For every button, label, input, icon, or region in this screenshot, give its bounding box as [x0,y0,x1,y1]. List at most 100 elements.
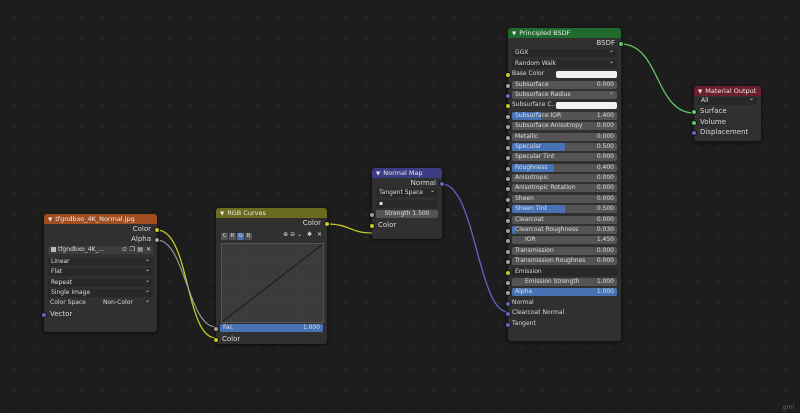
volume-input-socket[interactable] [691,119,697,126]
bsdf-input-socket[interactable] [505,207,511,214]
bsdf-input-slider[interactable]: Subsurface Anisotropy 0.000 [512,122,617,131]
rgb-curves-header[interactable]: ▼ RGB Curves [216,208,327,218]
extension-dropdown[interactable]: Repeat [48,278,153,287]
close-icon[interactable]: ✕ [317,231,322,238]
bsdf-input-socket[interactable] [505,259,511,266]
bsdf-input-socket[interactable] [505,290,511,297]
bsdf-input-socket[interactable] [505,103,511,110]
bsdf-input-socket[interactable] [505,279,511,286]
material-output-node[interactable]: ▼Material Output All Surface Volume Disp… [691,86,761,141]
image-fake-user-icon[interactable]: ⊙ [122,246,127,254]
projection-dropdown[interactable]: Flat [48,268,153,277]
image-texture-node[interactable]: ▼ tfgndbxo_4K_Normal.jpg Color Alpha tfgn… [41,214,160,332]
chevron-down-icon[interactable]: ▼ [376,171,380,177]
bsdf-input-slider[interactable]: Specular 0.500 [512,142,617,151]
bsdf-input-socket[interactable] [505,72,511,79]
bsdf-input-slider[interactable]: Clearcoat 0.000 [512,215,617,224]
bsdf-input-socket[interactable] [505,134,511,141]
bsdf-input-socket[interactable] [505,300,511,307]
bsdf-input-slider[interactable]: Specular Tint 0.000 [512,153,617,162]
vector-input-socket[interactable] [41,311,47,318]
subsurface-method-dropdown[interactable]: Random Walk [512,59,617,68]
channel-r-button[interactable]: R [229,233,236,241]
bsdf-input-socket[interactable] [505,311,511,318]
bsdf-input-socket[interactable] [505,155,511,162]
normal-map-header[interactable]: ▼ Normal Map [372,168,442,178]
displacement-input-socket[interactable] [691,130,697,137]
principled-bsdf-header[interactable]: ▼ Principled BSDF [508,28,621,38]
normal-map-node[interactable]: ▼Normal Map Normal Tangent Space ▪ Stren… [369,168,445,239]
color-swatch[interactable] [556,101,617,109]
bsdf-input-slider[interactable]: Transmission Roughnes 0.000 [512,257,617,266]
bsdf-input-slider[interactable]: IOR 1.450 [512,236,617,245]
bsdf-input-socket[interactable] [505,238,511,245]
curves-color-output-socket[interactable] [324,221,330,227]
folder-icon[interactable]: ▤ [137,246,143,254]
bsdf-input-socket[interactable] [505,321,511,328]
bsdf-input-socket[interactable] [505,82,511,89]
bsdf-input-socket[interactable] [505,113,511,120]
color-space-dropdown[interactable]: Non-Color [100,299,153,308]
bsdf-input-socket[interactable] [505,176,511,183]
chevron-down-icon[interactable]: ⌄ [297,231,302,238]
color-output-socket[interactable] [154,227,160,233]
bsdf-input-slider[interactable]: Emission [512,267,617,276]
channel-b-button[interactable]: B [245,233,252,241]
curve-editor[interactable] [221,243,324,323]
interpolation-dropdown[interactable]: Linear [48,257,153,266]
principled-bsdf-node[interactable]: ▼Principled BSDF BSDF GGX Random Walk Ba… [505,28,624,341]
zoom-out-icon[interactable]: ⊖ [290,231,295,238]
bsdf-input-dropdown[interactable]: Subsurface Radius [512,90,617,99]
normal-output-socket[interactable] [439,181,445,187]
bsdf-output-socket[interactable] [618,41,624,47]
distribution-dropdown[interactable]: GGX [512,49,617,58]
channel-g-button[interactable]: G [237,233,244,241]
fac-slider[interactable]: Fac 1.000 [220,324,323,332]
surface-input-socket[interactable] [691,109,697,116]
rgb-curves-node[interactable]: ▼ RGB Curves Color CRGB ⊕ ⊖ ⌄ ✱ ✕ Fac 1.00… [213,208,330,344]
bsdf-input-slider[interactable]: Transmission 0.000 [512,246,617,255]
bsdf-input-socket[interactable] [505,165,511,172]
bsdf-input-socket[interactable] [505,248,511,255]
material-output-header[interactable]: ▼ Material Output [694,86,761,96]
bsdf-input-socket[interactable] [505,228,511,235]
bsdf-input-slider[interactable]: Sheen Tint 0.500 [512,205,617,214]
bsdf-input-socket[interactable] [505,186,511,193]
image-texture-header[interactable]: ▼ tfgndbxo_4K_Normal.jpg [44,214,157,224]
bsdf-input-socket[interactable] [505,124,511,131]
chevron-down-icon[interactable]: ▼ [698,89,702,95]
chevron-down-icon[interactable]: ▼ [512,31,516,37]
bsdf-input-slider[interactable]: Subsurface IOR 1.400 [512,111,617,120]
bsdf-input-socket[interactable] [505,196,511,203]
alpha-output-socket[interactable] [154,237,160,244]
normal-color-input-socket[interactable] [369,222,375,229]
bsdf-input-slider[interactable]: Subsurface 0.000 [512,80,617,89]
bsdf-input-socket[interactable] [505,92,511,99]
space-dropdown[interactable]: Tangent Space [376,189,438,198]
bsdf-input-slider[interactable]: Alpha 1.000 [512,288,617,297]
strength-input-socket[interactable] [369,212,375,219]
strength-field[interactable]: Strength 1.500 [376,210,438,219]
zoom-in-icon[interactable]: ⊕ [283,231,288,238]
bsdf-input-socket[interactable] [505,269,511,276]
settings-icon[interactable]: ✱ [307,231,312,238]
bsdf-input-slider[interactable]: Anisotropic 0.000 [512,174,617,183]
bsdf-input-slider[interactable]: Roughness 0.400 [512,163,617,172]
curves-color-input-socket[interactable] [213,337,219,343]
uv-map-field[interactable]: ▪ [376,199,438,208]
bsdf-input-slider[interactable]: Anisotropic Rotation 0.000 [512,184,617,193]
close-icon[interactable]: ✕ [146,246,151,254]
color-swatch[interactable] [556,70,617,78]
bsdf-input-slider[interactable]: Emission Strength 1.000 [512,277,617,286]
target-dropdown[interactable]: All [698,97,757,105]
bsdf-input-slider[interactable]: Clearcoat Roughness 0.030 [512,226,617,235]
bsdf-input-socket[interactable] [505,217,511,224]
chevron-down-icon[interactable]: ▼ [48,217,52,223]
source-dropdown[interactable]: Single Image [48,288,153,297]
channel-c-button[interactable]: C [221,233,228,241]
bsdf-input-slider[interactable]: Sheen 0.000 [512,194,617,203]
bsdf-input-socket[interactable] [505,144,511,151]
bsdf-input-slider[interactable]: Metallic 0.000 [512,132,617,141]
fac-input-socket[interactable] [213,326,219,332]
image-duplicate-icon[interactable]: ❐ [130,246,135,254]
